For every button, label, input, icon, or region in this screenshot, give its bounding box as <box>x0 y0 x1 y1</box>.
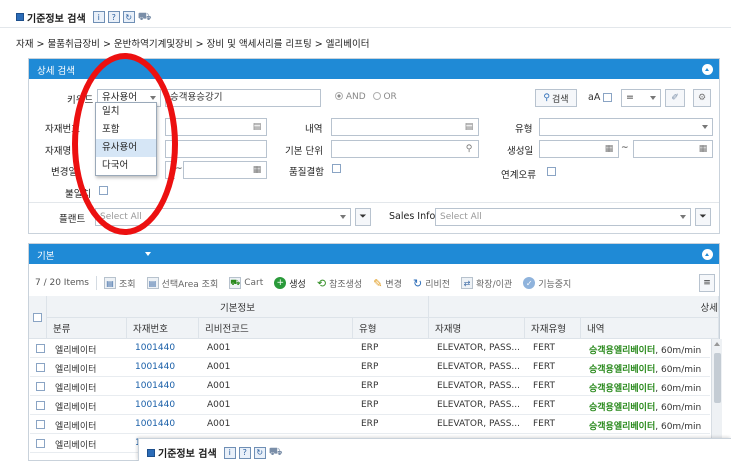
desc-rest: , 60m/min <box>655 403 702 413</box>
info-icon[interactable]: i <box>223 446 236 459</box>
option-contains[interactable]: 포함 <box>96 121 156 139</box>
cell-type: ERP <box>361 419 379 429</box>
desc-highlight: 승객용엘리베이터 <box>589 384 656 394</box>
scroll-up-icon[interactable] <box>714 342 720 346</box>
option-multilang[interactable]: 다국어 <box>96 157 156 175</box>
cell-material-type: FERT <box>533 343 555 353</box>
option-exact[interactable]: 일치 <box>96 103 156 121</box>
cell-desc: 승객용엘리베이터, 60m/min <box>589 343 710 356</box>
cell-class: 엘리베이터 <box>55 422 97 432</box>
desc-highlight: 승객용엘리베이터 <box>589 365 656 375</box>
desc-rest: , 60m/min <box>655 384 702 394</box>
cell-type: ERP <box>361 381 379 391</box>
cell-material-type: FERT <box>533 419 555 429</box>
cell-material-name: ELEVATOR, PASS... <box>437 381 520 391</box>
help-icon[interactable]: ? <box>238 446 251 459</box>
cell-material-name: ELEVATOR, PASS... <box>437 400 520 410</box>
cell-desc: 승객용엘리베이터, 60m/min <box>589 381 710 394</box>
cell-class: 엘리베이터 <box>55 365 97 375</box>
table-row[interactable]: 엘리베이터 1001440 A001 ERP ELEVATOR, PASS...… <box>30 396 710 415</box>
cell-material-no[interactable]: 1001440 <box>135 400 175 410</box>
cell-material-name: ELEVATOR, PASS... <box>437 343 520 353</box>
cell-desc: 승객용엘리베이터, 60m/min <box>589 362 710 375</box>
cell-material-name: ELEVATOR, PASS... <box>437 419 520 429</box>
cell-type: ERP <box>361 362 379 372</box>
scroll-thumb[interactable] <box>714 353 721 403</box>
table-row[interactable]: 엘리베이터 1001440 A001 ERP ELEVATOR, PASS...… <box>30 415 710 434</box>
cell-material-type: FERT <box>533 362 555 372</box>
desc-highlight: 승객용엘리베이터 <box>589 403 656 413</box>
cell-desc: 승객용엘리베이터, 60m/min <box>589 400 710 413</box>
table-row[interactable]: 엘리베이터 1001440 A001 ERP ELEVATOR, PASS...… <box>30 339 710 358</box>
overlay-window[interactable]: 기준정보 검색 i ? ↻ ⛟ <box>138 438 731 461</box>
cell-material-no[interactable]: 1001440 <box>135 419 175 429</box>
cell-material-no[interactable]: 1001440 <box>135 362 175 372</box>
desc-highlight: 승객용엘리베이터 <box>589 422 656 432</box>
cell-material-no[interactable]: 1001440 <box>135 343 175 353</box>
cell-revision: A001 <box>207 419 231 429</box>
row-checkbox[interactable] <box>36 344 45 353</box>
cell-revision: A001 <box>207 343 231 353</box>
table-row[interactable]: 엘리베이터 1001440 A001 ERP ELEVATOR, PASS...… <box>30 377 710 396</box>
desc-rest: , 60m/min <box>655 346 702 356</box>
desc-rest: , 60m/min <box>655 422 702 432</box>
table-body: 엘리베이터 1001440 A001 ERP ELEVATOR, PASS...… <box>0 0 731 461</box>
cell-revision: A001 <box>207 381 231 391</box>
keyword-mode-dropdown: 일치 포함 유사용어 다국어 <box>95 102 157 176</box>
cell-class: 엘리베이터 <box>55 346 97 356</box>
refresh-icon[interactable]: ↻ <box>253 446 266 459</box>
overlay-title-group: 기준정보 검색 i ? ↻ ⛟ <box>147 445 283 460</box>
cell-class: 엘리베이터 <box>55 403 97 413</box>
table-row[interactable]: 엘리베이터 1001440 A001 ERP ELEVATOR, PASS...… <box>30 358 710 377</box>
row-checkbox[interactable] <box>36 401 45 410</box>
cell-material-type: FERT <box>533 381 555 391</box>
title-square-icon <box>147 448 155 457</box>
cell-type: ERP <box>361 400 379 410</box>
overlay-title: 기준정보 검색 <box>158 449 217 460</box>
row-checkbox[interactable] <box>36 439 45 448</box>
cell-material-type: FERT <box>533 400 555 410</box>
desc-rest: , 60m/min <box>655 365 702 375</box>
cart-icon[interactable]: ⛟ <box>269 445 283 459</box>
cell-class: 엘리베이터 <box>55 384 97 394</box>
row-checkbox[interactable] <box>36 420 45 429</box>
option-similar[interactable]: 유사용어 <box>96 139 156 157</box>
row-checkbox[interactable] <box>36 363 45 372</box>
cell-material-name: ELEVATOR, PASS... <box>437 362 520 372</box>
cell-material-no[interactable]: 1001440 <box>135 381 175 391</box>
cell-class: 엘리베이터 <box>55 441 97 451</box>
cell-revision: A001 <box>207 362 231 372</box>
cell-type: ERP <box>361 343 379 353</box>
cell-desc: 승객용엘리베이터, 60m/min <box>589 419 710 432</box>
desc-highlight: 승객용엘리베이터 <box>589 346 656 356</box>
row-checkbox[interactable] <box>36 382 45 391</box>
cell-revision: A001 <box>207 400 231 410</box>
